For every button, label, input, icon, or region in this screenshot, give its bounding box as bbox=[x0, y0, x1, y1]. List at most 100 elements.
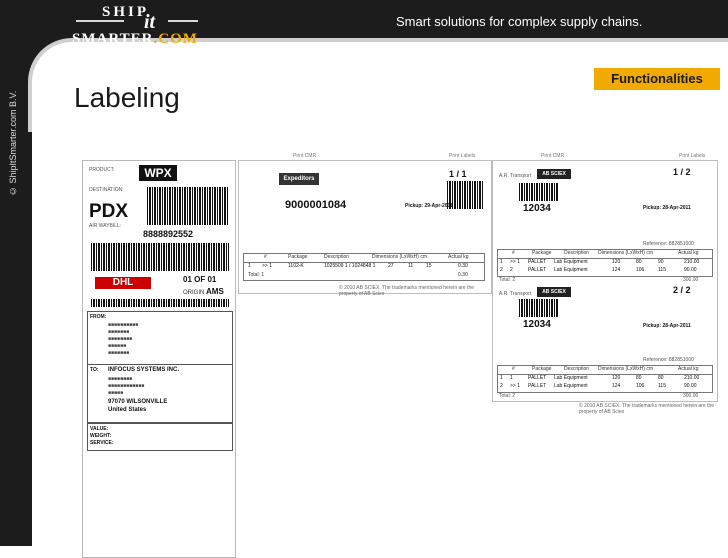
cell: PALLET bbox=[528, 259, 547, 265]
logo-smarter-word: SMARTER bbox=[72, 31, 154, 47]
cell: 11 bbox=[408, 263, 414, 269]
company-logo[interactable]: SHIP it SMARTER.COM bbox=[72, 4, 212, 50]
cell: 124 bbox=[612, 383, 621, 389]
cell: 1025509 1 / 1024848 1 bbox=[324, 263, 376, 269]
col-header: Actual kg bbox=[678, 250, 699, 256]
table-header: # Package Description Dimensions (LxWxH)… bbox=[244, 254, 484, 263]
from-address-line: ■■■■■■■■■■ bbox=[108, 322, 139, 328]
total-value: 0.30 bbox=[458, 272, 468, 278]
origin: ORIGIN AMS bbox=[183, 287, 224, 296]
dhl-logo: DHL bbox=[95, 277, 151, 289]
total-label: Total: 1 bbox=[248, 272, 265, 278]
to-country: United States bbox=[108, 407, 147, 413]
cell: >> 1 bbox=[510, 383, 521, 389]
cell: Lab Equipment bbox=[554, 375, 588, 381]
cell: 1 bbox=[500, 259, 503, 265]
cell: 80 bbox=[636, 259, 642, 265]
cell: 90 bbox=[658, 259, 664, 265]
tagline: Smart solutions for complex supply chain… bbox=[396, 14, 643, 29]
col-header: Actual kg bbox=[678, 366, 699, 372]
cell: 1102-K bbox=[288, 263, 304, 269]
cmr-sheet-expeditors: Print CMR Print Labels Expeditors 900000… bbox=[238, 153, 492, 297]
cell: 210.00 bbox=[684, 375, 700, 381]
print-cmr-link[interactable]: Print CMR bbox=[541, 153, 564, 159]
barcode-icon bbox=[91, 243, 229, 271]
cell: 1 bbox=[500, 375, 503, 381]
product-code: WPX bbox=[139, 165, 177, 181]
footer-note: © 2010 AB SCIEX. The trademarks mentione… bbox=[339, 285, 475, 297]
table-header: # Package Description Dimensions (LxWxH)… bbox=[498, 250, 712, 259]
col-header: Package bbox=[532, 366, 552, 372]
cell: 80 bbox=[636, 375, 642, 381]
cell: 80 bbox=[658, 375, 664, 381]
col-header: Description bbox=[564, 366, 590, 372]
total-label: Total: 2 bbox=[499, 277, 516, 283]
origin-code: AMS bbox=[206, 287, 224, 296]
cell: Lab Equipment bbox=[554, 383, 588, 389]
cell: 120 bbox=[612, 259, 621, 265]
table-header: # Package Description Dimensions (LxWxH)… bbox=[498, 366, 712, 375]
cell: PALLET bbox=[528, 383, 547, 389]
cell: 1 bbox=[248, 263, 251, 269]
logo-smarter: SMARTER.COM bbox=[72, 31, 198, 48]
to-city: 97070 WILSONVILLE bbox=[108, 399, 168, 405]
absciex-logo: AB SCIEX bbox=[537, 287, 571, 297]
cell: 115 bbox=[658, 267, 666, 273]
cell: 90.00 bbox=[684, 383, 697, 389]
product-label: PRODUCT: bbox=[89, 167, 115, 173]
to-label: TO: bbox=[90, 367, 99, 373]
divider bbox=[88, 364, 232, 365]
table-row: 1 1 PALLET Lab Equipment 120 80 80 210.0… bbox=[498, 375, 712, 383]
table-total: Total: 1 0.30 bbox=[244, 272, 484, 280]
pickup-date: Pickup: 29-Apr-2011 bbox=[405, 203, 453, 209]
cell: 0.30 bbox=[458, 263, 468, 269]
labels-image: PRODUCT: WPX DESTINATION: PDX AIR WAYBIL… bbox=[74, 134, 720, 558]
page-fraction: 1 / 1 bbox=[449, 169, 467, 179]
from-address-line: ■■■■■■■ bbox=[108, 329, 130, 335]
cell: >> 1 bbox=[510, 259, 521, 265]
cmr-number: 9000001084 bbox=[285, 199, 347, 211]
table-row: 1 >> 1 PALLET Lab Equipment 120 80 90 21… bbox=[498, 259, 712, 267]
to-name: INFOCUS SYSTEMS INC. bbox=[108, 367, 180, 373]
cell: >> 1 bbox=[262, 263, 273, 269]
package-table: # Package Description Dimensions (LxWxH)… bbox=[497, 365, 713, 393]
page-fraction: 2 / 2 bbox=[673, 285, 691, 295]
cell: Lab Equipment bbox=[554, 259, 588, 265]
cell: PALLET bbox=[528, 267, 547, 273]
barcode-icon bbox=[519, 183, 559, 201]
cell: 210.00 bbox=[684, 259, 700, 265]
print-labels-link[interactable]: Print Labels bbox=[679, 153, 705, 159]
from-address-line: ■■■■■■ bbox=[108, 343, 127, 349]
print-cmr-link[interactable]: Print CMR bbox=[293, 153, 316, 159]
cell: 27 bbox=[388, 263, 394, 269]
absciex-logo: AB SCIEX bbox=[537, 169, 571, 179]
logo-rule-left bbox=[76, 20, 124, 22]
cell: 115 bbox=[658, 383, 666, 389]
package-table: # Package Description Dimensions (LxWxH)… bbox=[497, 249, 713, 277]
table-row: 2 >> 1 PALLET Lab Equipment 124 106 115 … bbox=[498, 383, 712, 391]
col-header: Dimensions (LxWxH) cm bbox=[598, 366, 654, 372]
awb-number: 8888892552 bbox=[143, 229, 194, 239]
col-header: Dimensions (LxWxH) cm bbox=[372, 254, 428, 260]
barcode-icon bbox=[91, 299, 229, 307]
to-address-line: ■■■■■ bbox=[108, 390, 124, 396]
col-header: Package bbox=[532, 250, 552, 256]
page-count: 01 OF 01 bbox=[183, 275, 217, 284]
table-row: 2 2 PALLET Lab Equipment 124 106 115 90.… bbox=[498, 267, 712, 275]
to-address-line: ■■■■■■■■■■■■ bbox=[108, 383, 145, 389]
section-badge: Functionalities bbox=[594, 68, 720, 90]
col-header: Description bbox=[324, 254, 350, 260]
cell: 90.00 bbox=[684, 267, 697, 273]
logo-dotcom: .COM bbox=[153, 31, 198, 47]
service-label: SERVICE: bbox=[90, 440, 114, 446]
cmr-number: 12034 bbox=[523, 203, 551, 214]
cell: Lab Equipment bbox=[554, 267, 588, 273]
table-row: 1 >> 1 1102-K 1025509 1 / 1024848 1 27 1… bbox=[244, 263, 484, 272]
cell: 2 bbox=[500, 383, 503, 389]
carrier-name: A.R. Transport bbox=[499, 173, 532, 179]
weight-label: WEIGHT: bbox=[90, 433, 112, 439]
print-labels-link[interactable]: Print Labels bbox=[449, 153, 475, 159]
total-value: 300.00 bbox=[683, 277, 699, 283]
total-value: 300.00 bbox=[683, 393, 699, 399]
to-address-line: ■■■■■■■■ bbox=[108, 376, 133, 382]
